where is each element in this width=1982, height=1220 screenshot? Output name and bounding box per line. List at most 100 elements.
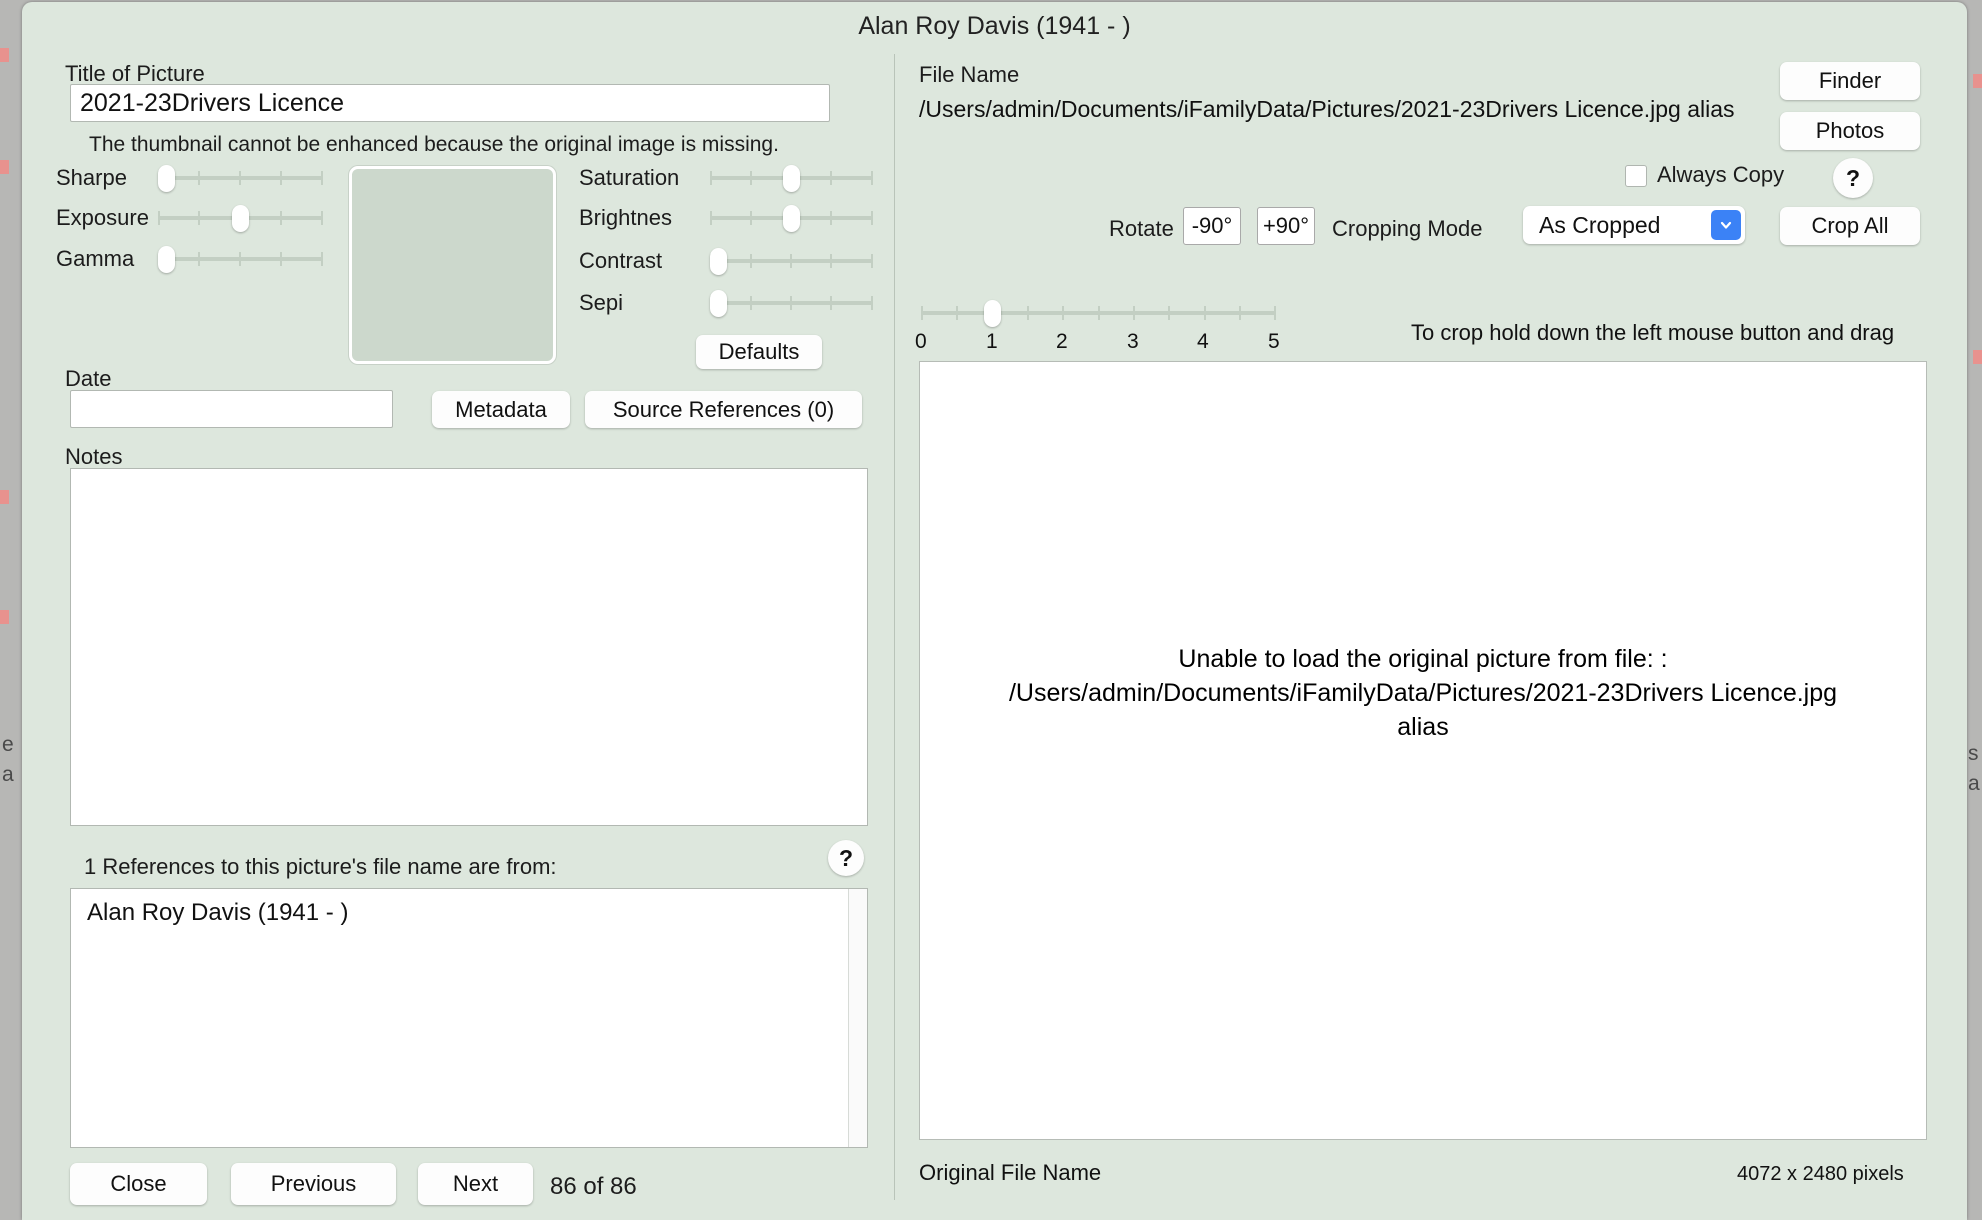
thumbnail-hint-text: The thumbnail cannot be enhanced because…	[89, 133, 779, 156]
slider-tick	[280, 211, 282, 225]
references-label: 1 References to this picture's file name…	[84, 854, 557, 879]
slider-tick	[871, 171, 873, 185]
slider-sharpe-label: Sharpe	[56, 165, 127, 190]
rotate-label: Rotate	[1109, 216, 1174, 241]
file-path-text: /Users/admin/Documents/iFamilyData/Pictu…	[919, 96, 1735, 122]
previous-button[interactable]: Previous	[231, 1163, 396, 1205]
background-marker-3	[0, 490, 9, 504]
right-panel: File Name /Users/admin/Documents/iFamily…	[895, 50, 1967, 1220]
source-references-button[interactable]: Source References (0)	[585, 391, 862, 428]
defaults-button[interactable]: Defaults	[696, 335, 822, 369]
background-marker-2	[0, 160, 9, 174]
slider-tick	[871, 254, 873, 268]
slider-tick	[239, 171, 241, 185]
cropping-mode-label: Cropping Mode	[1332, 216, 1483, 241]
original-file-name-label: Original File Name	[919, 1160, 1102, 1185]
slider-exposure-track[interactable]	[158, 205, 323, 232]
rotate-cw-button[interactable]: +90°	[1257, 207, 1315, 245]
references-scrollbar[interactable]	[848, 889, 867, 1147]
slider-brightness-track[interactable]	[710, 205, 873, 232]
slider-tick	[750, 254, 752, 268]
slider-gamma-thumb[interactable]	[158, 246, 175, 273]
image-error-line-1: Unable to load the original picture from…	[1178, 645, 1668, 673]
slider-saturation-thumb[interactable]	[783, 165, 800, 192]
rotate-ccw-button[interactable]: -90°	[1183, 207, 1241, 245]
zoom-tick-label: 4	[1197, 330, 1209, 353]
zoom-slider-thumb[interactable]	[984, 300, 1001, 327]
zoom-slider-track[interactable]	[921, 300, 1276, 327]
slider-tick	[830, 171, 832, 185]
slider-tick	[1168, 306, 1170, 320]
background-marker-4	[0, 610, 9, 624]
zoom-tick-label: 1	[986, 330, 998, 353]
slider-contrast-label: Contrast	[579, 248, 663, 273]
thumbnail-preview[interactable]	[349, 166, 556, 364]
slider-tick	[750, 296, 752, 310]
slider-contrast-thumb[interactable]	[710, 248, 727, 275]
slider-tick	[956, 306, 958, 320]
slider-tick	[158, 211, 160, 225]
slider-tick	[750, 171, 752, 185]
metadata-button[interactable]: Metadata	[432, 391, 570, 428]
slider-saturation-track[interactable]	[710, 165, 873, 192]
slider-tick	[1027, 306, 1029, 320]
slider-tick	[321, 171, 323, 185]
slider-sepia-thumb[interactable]	[710, 290, 727, 317]
list-item[interactable]: Alan Roy Davis (1941 - )	[71, 889, 867, 927]
next-button[interactable]: Next	[418, 1163, 533, 1205]
slider-tick	[280, 252, 282, 266]
slider-tick	[198, 252, 200, 266]
background-marker-5	[1973, 74, 1982, 88]
slider-tick	[1204, 306, 1206, 320]
slider-sepia[interactable]: Sepi	[579, 290, 873, 317]
slider-gamma-track[interactable]	[158, 246, 323, 273]
zoom-tick-label: 3	[1127, 330, 1139, 353]
slider-sepia-label: Sepi	[579, 290, 624, 315]
file-name-label: File Name	[919, 62, 1020, 87]
close-button[interactable]: Close	[70, 1163, 207, 1205]
slider-tick	[1098, 306, 1100, 320]
slider-gamma[interactable]: Gamma	[56, 246, 323, 273]
slider-brightness[interactable]: Brightnes	[579, 205, 873, 232]
slider-tick	[871, 211, 873, 225]
title-of-picture-input[interactable]: 2021-23Drivers Licence	[70, 84, 830, 122]
slider-sharpe[interactable]: Sharpe	[56, 165, 323, 192]
slider-contrast[interactable]: Contrast	[579, 248, 873, 275]
slider-sepia-track[interactable]	[710, 290, 873, 317]
crop-instruction-text: To crop hold down the left mouse button …	[1411, 320, 1895, 345]
chevron-down-icon[interactable]	[1711, 210, 1741, 240]
references-list[interactable]: Alan Roy Davis (1941 - )	[70, 888, 868, 1148]
slider-tick	[830, 254, 832, 268]
photos-button[interactable]: Photos	[1780, 112, 1920, 150]
slider-tick	[198, 211, 200, 225]
finder-button[interactable]: Finder	[1780, 62, 1920, 100]
background-text-1: e	[2, 733, 14, 756]
image-error-message: Unable to load the original picture from…	[920, 642, 1926, 744]
slider-tick	[790, 296, 792, 310]
slider-sharpe-thumb[interactable]	[158, 165, 175, 192]
file-help-icon[interactable]: ?	[1833, 158, 1873, 198]
image-error-line-3: alias	[1397, 713, 1449, 741]
always-copy-checkbox[interactable]	[1625, 165, 1647, 187]
slider-contrast-track[interactable]	[710, 248, 873, 275]
record-counter: 86 of 86	[550, 1173, 637, 1200]
slider-sharpe-track[interactable]	[158, 165, 323, 192]
image-canvas[interactable]: Unable to load the original picture from…	[919, 361, 1927, 1140]
pixel-dimensions-label: 4072 x 2480 pixels	[1737, 1163, 1904, 1185]
references-help-icon[interactable]: ?	[828, 840, 864, 876]
slider-brightness-thumb[interactable]	[783, 205, 800, 232]
date-input[interactable]	[70, 390, 393, 428]
slider-tick	[280, 171, 282, 185]
slider-tick	[1133, 306, 1135, 320]
slider-brightness-label: Brightnes	[579, 205, 672, 230]
slider-saturation[interactable]: Saturation	[579, 165, 873, 192]
window-title: Alan Roy Davis (1941 - )	[858, 11, 1131, 40]
slider-tick	[1062, 306, 1064, 320]
notes-textarea[interactable]	[70, 468, 868, 826]
cropping-mode-select[interactable]: As Cropped	[1523, 206, 1745, 244]
window-titlebar[interactable]: Alan Roy Davis (1941 - )	[22, 2, 1967, 50]
slider-tick	[710, 211, 712, 225]
slider-exposure[interactable]: Exposure	[56, 205, 323, 232]
crop-all-button[interactable]: Crop All	[1780, 207, 1920, 245]
slider-exposure-thumb[interactable]	[232, 205, 249, 232]
